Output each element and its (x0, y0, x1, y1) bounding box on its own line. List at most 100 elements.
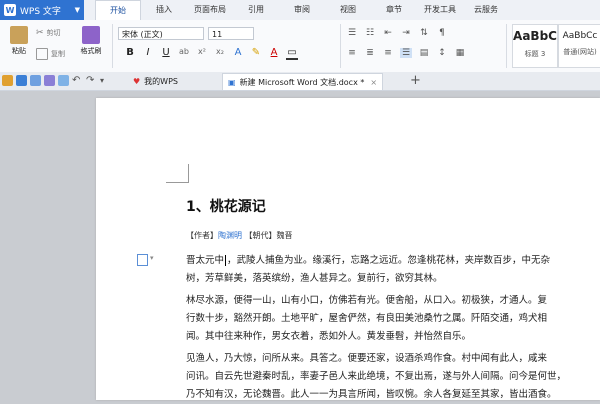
word-doc-icon: ▣ (228, 77, 236, 87)
app-name: WPS 文字 (20, 6, 61, 17)
open-folder-icon[interactable] (2, 75, 13, 86)
author-tag: 【作者】 (186, 231, 218, 240)
paragraph-row-1: ☰ ☷ ⇤ ⇥ ⇅ ¶ (346, 28, 448, 38)
undo-icon[interactable]: ↶ (72, 75, 83, 86)
paragraph-icon[interactable] (137, 254, 148, 266)
paragraph-2-line-2[interactable]: 行数十步，豁然开朗。土地平旷，屋舍俨然，有良田美池桑竹之属。阡陌交通，鸡犬相 (186, 310, 600, 328)
menu-tab-section[interactable]: 章节 (371, 0, 417, 20)
decrease-indent-icon[interactable]: ⇤ (382, 28, 394, 38)
menu-tab-home[interactable]: 开始 (95, 0, 141, 21)
font-family-select[interactable]: 宋体 (正文) (118, 27, 204, 40)
sort-icon[interactable]: ⇅ (418, 28, 430, 38)
new-tab-icon[interactable]: + (410, 73, 421, 88)
font-family-value: 宋体 (正文) (122, 30, 163, 39)
menu-tab-insert[interactable]: 插入 (141, 0, 187, 20)
paragraph-2-line-3[interactable]: 闻。其中往来种作，男女衣着，悉如外人。黄发垂髫，并怡然自乐。 (186, 328, 600, 346)
tab-label: 我的WPS (144, 77, 178, 86)
ribbon-divider (340, 24, 341, 68)
cut-button[interactable]: ✂ 剪切 (36, 28, 61, 38)
bold-icon[interactable]: B (124, 47, 136, 60)
style-web[interactable]: AaBbCc 普通(网站) (558, 24, 600, 68)
title-bar: W WPS 文字 ▼ 开始 插入 页面布局 引用 审阅 视图 章节 开发工具 云… (0, 0, 600, 21)
font-size-value: 11 (212, 30, 223, 39)
format-painter-button[interactable]: 格式刷 (76, 24, 106, 68)
ribbon-toolbar: 粘贴 ✂ 剪切 复制 格式刷 宋体 (正文) 11 B I U ab x² x₂… (0, 20, 600, 73)
style-preview: AaBbCc (562, 31, 598, 41)
numbered-list-icon[interactable]: ☷ (364, 28, 376, 38)
char-border-icon[interactable]: ▭ (286, 47, 298, 60)
paragraph-3-line-2[interactable]: 问讯。自云先世避秦时乱，率妻子邑人来此绝境，不复出焉，遂与外人间隔。问今是何世， (186, 368, 600, 386)
print-icon[interactable] (44, 75, 55, 86)
paragraph-2-line-1[interactable]: 林尽水源，便得一山，山有小口，仿佛若有光。便舍船，从口入。初极狭，才通人。复 (186, 292, 600, 310)
close-icon[interactable]: × (370, 78, 377, 87)
menu-tab-view[interactable]: 视图 (325, 0, 371, 20)
print-preview-icon[interactable] (58, 75, 69, 86)
export-pdf-icon[interactable] (30, 75, 41, 86)
menu-tab-review[interactable]: 审阅 (279, 0, 325, 20)
chevron-down-icon[interactable]: ▾ (150, 254, 154, 262)
line-spacing-icon[interactable]: ↕ (436, 48, 448, 58)
cut-label: 剪切 (46, 29, 61, 37)
font-color-icon[interactable]: A (268, 47, 280, 60)
underline-icon[interactable]: U (160, 47, 172, 60)
shading-icon[interactable]: ▦ (454, 48, 466, 58)
quick-access-toolbar: ↶ ↷ ▾ (2, 75, 111, 86)
brush-icon (82, 26, 100, 44)
menu-tab-developer[interactable]: 开发工具 (417, 0, 463, 20)
app-menu-button[interactable]: W WPS 文字 ▼ (0, 0, 84, 20)
menu-tab-page-layout[interactable]: 页面布局 (187, 0, 233, 20)
superscript-icon[interactable]: x² (196, 47, 208, 60)
paragraph-3-line-3[interactable]: 乃不知有汉，无论魏晋。此人一一为具言所闻，皆叹惋。余人各复延至其家，皆出酒食。 (186, 386, 600, 404)
align-left-icon[interactable]: ≡ (346, 48, 358, 58)
paragraph-3-line-1[interactable]: 见渔人，乃大惊，问所从来。具答之。便要还家，设酒杀鸡作食。村中闻有此人，咸来 (186, 350, 600, 368)
paste-button[interactable]: 粘贴 (4, 24, 34, 68)
author-line[interactable]: 【作者】陶渊明 【朝代】魏晋 (186, 230, 293, 241)
strikethrough-icon[interactable]: ab (178, 47, 190, 60)
ribbon-divider (112, 24, 113, 68)
copy-label: 复制 (51, 50, 65, 58)
highlight-icon[interactable]: ✎ (250, 47, 262, 60)
subscript-icon[interactable]: x₂ (214, 47, 226, 60)
show-marks-icon[interactable]: ¶ (436, 28, 448, 38)
bullet-list-icon[interactable]: ☰ (346, 28, 358, 38)
paragraph-row-2: ≡ ≣ ≡ ☰ ▤ ↕ ▦ (346, 48, 466, 58)
text-run: ，武陵人捕鱼为业。缘溪行，忘路之远近。忽逢桃花林，夹岸数百步，中无杂 (227, 255, 551, 266)
style-preview: AaBbC (513, 29, 557, 43)
save-icon[interactable] (16, 75, 27, 86)
tab-label: 新建 Microsoft Word 文档.docx * (239, 77, 365, 87)
paste-label: 粘贴 (12, 47, 26, 55)
margin-corner-mark (166, 164, 189, 183)
scissors-icon: ✂ (36, 28, 44, 38)
paragraph-1-line-2[interactable]: 树，芳草鲜美，落英缤纷，渔人甚异之。复前行，欲穷其林。 (186, 270, 600, 288)
document-heading[interactable]: 1、桃花源记 (186, 196, 266, 216)
main-menu: 开始 插入 页面布局 引用 审阅 视图 章节 开发工具 云服务 (95, 0, 509, 21)
tab-document[interactable]: ▣ 新建 Microsoft Word 文档.docx * × (222, 73, 384, 90)
ribbon-divider (506, 24, 507, 68)
menu-tab-cloud[interactable]: 云服务 (463, 0, 509, 20)
format-row: B I U ab x² x₂ A ✎ A ▭ (124, 47, 298, 60)
wps-logo-icon: W (4, 4, 16, 16)
customize-chevron-icon[interactable]: ▾ (100, 75, 111, 86)
document-tab-bar: ↶ ↷ ▾ ♥ 我的WPS ▣ 新建 Microsoft Word 文档.doc… (0, 72, 600, 91)
copy-button[interactable]: 复制 (36, 48, 65, 60)
italic-icon[interactable]: I (142, 47, 154, 60)
menu-tab-references[interactable]: 引用 (233, 0, 279, 20)
chevron-down-icon: ▼ (74, 6, 80, 14)
text-effect-icon[interactable]: A (232, 47, 244, 60)
style-heading3[interactable]: AaBbC 标题 3 (512, 24, 558, 68)
paragraph-1-line-1[interactable]: 晋太元中 ，武陵人捕鱼为业。缘溪行，忘路之远近。忽逢桃花林，夹岸数百步，中无杂 (186, 252, 600, 270)
align-center-icon[interactable]: ≣ (364, 48, 376, 58)
justify-icon[interactable]: ☰ (400, 48, 412, 58)
style-name: 普通(网站) (563, 48, 597, 56)
align-right-icon[interactable]: ≡ (382, 48, 394, 58)
redo-icon[interactable]: ↷ (86, 75, 97, 86)
tab-my-wps[interactable]: ♥ 我的WPS (128, 73, 183, 90)
font-size-select[interactable]: 11 (208, 27, 254, 40)
wps-home-icon: ♥ (133, 77, 141, 86)
dynasty-tag: 【朝代】 (244, 231, 277, 240)
author-name[interactable]: 陶渊明 (218, 231, 242, 240)
distribute-icon[interactable]: ▤ (418, 48, 430, 58)
increase-indent-icon[interactable]: ⇥ (400, 28, 412, 38)
copy-icon (36, 48, 48, 60)
clipboard-icon (10, 26, 28, 44)
